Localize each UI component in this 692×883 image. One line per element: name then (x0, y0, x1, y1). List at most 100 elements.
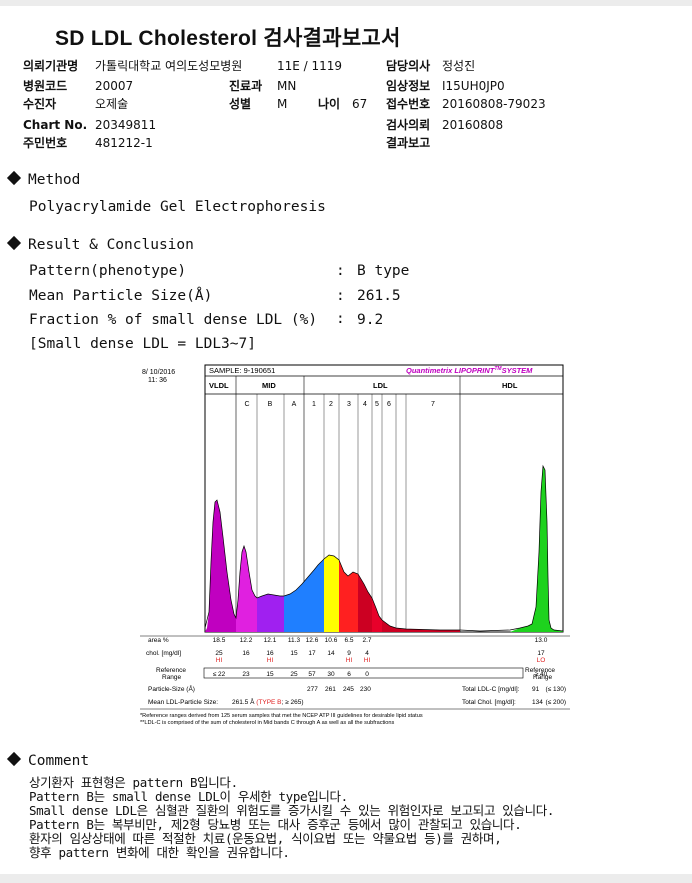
brand-name: Quantimetrix LIPOPRINTTMSYSTEM (406, 366, 533, 375)
chol-cell: 14 (327, 650, 335, 657)
band-4: 4 (363, 401, 367, 408)
institution-label: 의뢰기관명 (23, 59, 79, 73)
sample-id: SAMPLE: 9-190651 (209, 366, 275, 375)
resident-no-label: 주민번호 (23, 136, 68, 150)
receipt-no-value: 20160808-79023 (442, 97, 546, 111)
sex-label: 성별 (229, 97, 252, 111)
particle-size-2: 245 (343, 686, 354, 693)
group-ldl: LDL (373, 381, 388, 390)
area-cell: 6.5 (344, 637, 353, 644)
band-6: 6 (387, 401, 391, 408)
group-mid: MID (262, 381, 276, 390)
particle-size-1: 261 (325, 686, 336, 693)
flag-cell: HI (346, 657, 353, 664)
request-date-value: 20160808 (442, 118, 504, 132)
fraction-value: 9.2 (357, 312, 384, 328)
total-ldl-ref: (≤ 130) (545, 686, 566, 693)
particle-size-label: Mean Particle Size(Å) (29, 288, 213, 304)
footnote-1: *Reference ranges derived from 125 serum… (140, 713, 423, 719)
band-3: 3 (347, 401, 351, 408)
ward-value: 11E / 1119 (277, 59, 343, 73)
mean-value: 261.5 Å (TYPE B; ≥ 265) (232, 697, 304, 706)
hospital-code-label: 병원코드 (23, 79, 68, 93)
clinical-info-label: 임상정보 (386, 79, 431, 93)
department-label: 진료과 (229, 79, 263, 93)
chol-cell: 17 (308, 650, 316, 657)
sd-ldl-note: [Small dense LDL = LDL3~7] (29, 336, 256, 352)
chol-cell: 4 (365, 650, 369, 657)
comment-line-6: 향후 pattern 변화에 대한 확인을 권유합니다. (29, 845, 290, 860)
comment-heading-text: Comment (28, 753, 90, 769)
bottom-border (0, 874, 692, 883)
ref-cell: 25 (290, 671, 298, 678)
band-a: A (292, 401, 297, 408)
pattern-label: Pattern(phenotype) (29, 263, 187, 279)
diamond-bullet-icon (6, 170, 22, 186)
report-title: SD LDL Cholesterol 검사결과보고서 (55, 27, 401, 50)
particle-size-3: 230 (360, 686, 371, 693)
band-c: C (244, 401, 249, 408)
flag-cell: HI (216, 657, 223, 664)
total-chol-label: Total Chol. [mg/dl]: (462, 699, 516, 706)
fraction-sep: : (336, 311, 345, 327)
flag-cell: LO (537, 657, 546, 664)
sex-value: M (277, 97, 288, 111)
ref-label-1: Reference (156, 667, 186, 674)
band-5: 5 (375, 401, 379, 408)
area-cell: 12.1 (264, 637, 277, 644)
diamond-bullet-icon (6, 751, 22, 767)
top-border (0, 0, 692, 6)
method-heading: Method (6, 170, 80, 188)
total-ldl-label: Total LDL-C [mg/dl]: (462, 686, 520, 693)
ref-cell: 0 (365, 671, 369, 678)
band-7: 7 (431, 401, 435, 408)
method-text: Polyacrylamide Gel Electrophoresis (29, 199, 326, 215)
request-date-label: 검사의뢰 (386, 118, 431, 132)
area-cell: 13.0 (535, 637, 548, 644)
comment-line-3: Small dense LDL은 심혈관 질환의 위험도를 증가시킬 수 있는 … (29, 803, 555, 818)
ref-cell: 15 (266, 671, 274, 678)
area-cell: 10.6 (325, 637, 338, 644)
ref-cell: 30 (327, 671, 335, 678)
comment-line-5: 환자의 임상상태에 따른 적절한 치료(운동요법, 식이요법 또는 약물요법 등… (29, 831, 502, 846)
area-cell: 12.2 (240, 637, 253, 644)
chol-cell: 15 (290, 650, 298, 657)
flag-cell: HI (267, 657, 274, 664)
flag-cell: HI (364, 657, 371, 664)
total-chol-ref: (≤ 200) (545, 699, 566, 706)
resident-no-value: 481212-1 (95, 136, 153, 150)
area-cell: 2.7 (362, 637, 371, 644)
pattern-value: B type (357, 263, 410, 279)
department-value: MN (277, 79, 297, 93)
pattern-sep: : (336, 263, 345, 279)
ref-label-2: Range (162, 674, 182, 681)
age-label: 나이 (318, 97, 341, 111)
particle-size-value: 261.5 (357, 288, 401, 304)
result-report-label: 결과보고 (386, 136, 431, 150)
result-heading-text: Result & Conclusion (28, 237, 194, 253)
chol-cell: 16 (266, 650, 274, 657)
mean-label: Mean LDL-Particle Size: (148, 699, 218, 706)
particle-size-label: Particle-Size (Å) (148, 684, 195, 693)
band-b: B (268, 401, 273, 408)
chart-date: 8/ 10/2016 (142, 369, 175, 376)
hospital-code-value: 20007 (95, 79, 134, 93)
clinical-info-value: I15UH0JP0 (442, 79, 505, 93)
total-ldl-value: 91 (532, 686, 540, 693)
chol-cell: 16 (242, 650, 250, 657)
ref-cell: ≤ 22 (213, 671, 226, 678)
institution-value: 가톨릭대학교 여의도성모병원 (95, 59, 243, 73)
area-cell: 11.3 (288, 637, 301, 644)
total-chol-value: 134 (532, 699, 543, 706)
particle-size-sep: : (336, 288, 345, 304)
lipoprint-chart: 8/ 10/2016 11: 36 SAMPLE: 9-190651 Quant… (140, 362, 570, 732)
receipt-no-label: 접수번호 (386, 97, 431, 111)
fraction-label: Fraction % of small dense LDL (%) (29, 312, 318, 328)
group-hdl: HDL (502, 381, 518, 390)
chart-time: 11: 36 (148, 377, 167, 384)
patient-label: 수진자 (23, 97, 57, 111)
comment-heading: Comment (6, 751, 90, 769)
ref-cell: 6 (347, 671, 351, 678)
band-2: 2 (329, 401, 333, 408)
area-cell: 18.5 (213, 637, 226, 644)
